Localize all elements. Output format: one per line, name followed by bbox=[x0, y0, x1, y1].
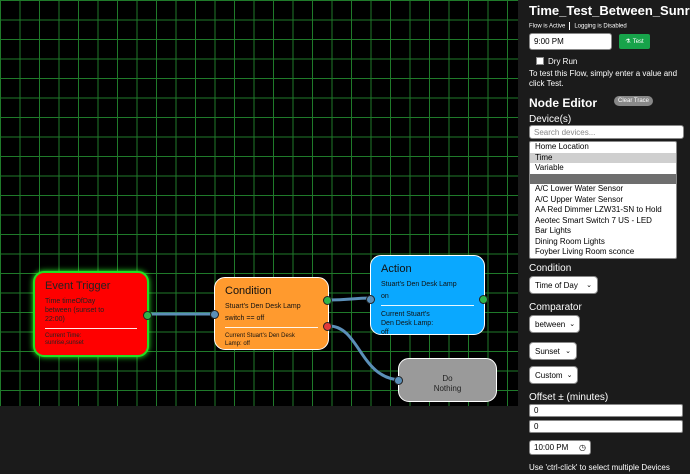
canvas-bottom-strip bbox=[0, 406, 518, 474]
action-divider bbox=[381, 305, 474, 306]
offset-end-input[interactable]: 0 bbox=[529, 420, 683, 433]
condition-label: Condition bbox=[529, 263, 572, 274]
multi-select-hint: Use 'ctrl-click' to select multiple Devi… bbox=[529, 463, 670, 472]
action-current3: off bbox=[381, 329, 389, 336]
time-input[interactable]: 10:00 PM ◷ bbox=[529, 440, 591, 455]
test-button[interactable]: ⚗ Test bbox=[619, 34, 650, 49]
condition-line1: Stuart's Den Desk Lamp bbox=[225, 303, 301, 310]
condition-select[interactable]: Time of Day ⌄ bbox=[529, 276, 598, 294]
device-option[interactable]: AA Red Dimmer LZW31-SN to Hold bbox=[530, 205, 676, 216]
offset-label: Offset ± (minutes) bbox=[529, 392, 609, 403]
clock-icon: ◷ bbox=[579, 443, 586, 452]
action-output-port[interactable] bbox=[479, 295, 488, 304]
clear-trace-button[interactable]: Clear Trace bbox=[614, 96, 654, 106]
chevron-down-icon: ⌄ bbox=[565, 348, 571, 355]
trigger-title: Event Trigger bbox=[45, 280, 111, 292]
condition-false-port[interactable] bbox=[323, 322, 332, 331]
logging-status: Logging is Disabled bbox=[574, 23, 627, 30]
test-button-label: Test bbox=[632, 38, 644, 45]
trigger-divider bbox=[45, 328, 137, 329]
comparator-label: Comparator bbox=[529, 302, 582, 313]
status-separator bbox=[569, 22, 571, 30]
flow-active-status: Flow is Active bbox=[529, 23, 566, 30]
comparator-select[interactable]: between ⌄ bbox=[529, 315, 580, 333]
flask-icon: ⚗ bbox=[625, 39, 631, 45]
dry-run-label: Dry Run bbox=[548, 57, 578, 66]
chevron-down-icon: ⌄ bbox=[569, 321, 576, 328]
test-instructions-line1: To test this Flow, simply enter a value … bbox=[529, 69, 678, 78]
trigger-output-port[interactable] bbox=[143, 311, 152, 320]
offset-start-input[interactable]: 0 bbox=[529, 404, 683, 417]
action-title: Action bbox=[381, 263, 412, 275]
condition-line2: switch == off bbox=[225, 315, 265, 322]
device-option-separator bbox=[530, 173, 676, 184]
comparator-select-value: between bbox=[535, 319, 566, 329]
trigger-current2: sunrise,sunset bbox=[45, 340, 84, 346]
start-time-select-value: Sunset bbox=[535, 346, 560, 356]
action-node[interactable]: Action Stuart's Den Desk Lamp on Current… bbox=[366, 255, 488, 336]
condition-node[interactable]: Condition Stuart's Den Desk Lamp switch … bbox=[210, 277, 332, 350]
event-trigger-node[interactable]: Event Trigger Time timeOfDay between (su… bbox=[33, 271, 152, 357]
device-option[interactable]: Variable bbox=[530, 163, 676, 174]
end-time-select[interactable]: Custom ⌄ bbox=[529, 366, 578, 384]
test-instructions-line2: click Test. bbox=[529, 79, 564, 88]
device-option[interactable]: A/C Upper Water Sensor bbox=[530, 195, 676, 206]
condition-current1: Current Stuart's Den Desk bbox=[225, 333, 295, 339]
condition-current2: Lamp: off bbox=[225, 341, 250, 347]
device-option[interactable]: Aeotec Smart Switch 7 US - LED bbox=[530, 216, 676, 227]
action-current1: Current Stuart's bbox=[381, 311, 430, 318]
device-option[interactable]: Home Location bbox=[530, 142, 676, 153]
dry-run-checkbox[interactable] bbox=[536, 57, 544, 65]
flow-status: Flow is Active Logging is Disabled bbox=[529, 22, 627, 30]
action-line2: on bbox=[381, 293, 389, 300]
devices-listbox[interactable]: Home Location Time Variable A/C Lower Wa… bbox=[529, 141, 677, 259]
trigger-line1: Time timeOfDay bbox=[45, 298, 96, 305]
donothing-line1: Do bbox=[442, 374, 453, 383]
action-input-port[interactable] bbox=[366, 295, 375, 304]
donothing-line2: Nothing bbox=[433, 384, 462, 393]
chevron-down-icon: ⌄ bbox=[586, 282, 592, 289]
device-option[interactable]: Foyber Living Room sconce bbox=[530, 247, 676, 258]
condition-divider bbox=[225, 327, 318, 328]
device-option-selected[interactable]: Time bbox=[530, 152, 676, 163]
device-option[interactable]: Dining Room Lights bbox=[530, 237, 676, 248]
device-option[interactable]: A/C Lower Water Sensor bbox=[530, 184, 676, 195]
do-nothing-node[interactable]: Do Nothing bbox=[394, 358, 497, 402]
time-input-value: 10:00 PM bbox=[534, 443, 569, 452]
node-editor-title: Node Editor bbox=[529, 96, 597, 110]
trigger-current1: Current Time: bbox=[45, 333, 82, 339]
trigger-line2: between (sunset to bbox=[45, 307, 105, 314]
test-value-input[interactable]: 9:00 PM bbox=[529, 33, 612, 50]
action-current2: Den Desk Lamp: bbox=[381, 320, 434, 327]
trigger-line3: 22:00) bbox=[45, 316, 65, 323]
device-option[interactable]: Bar Lights bbox=[530, 226, 676, 237]
condition-title: Condition bbox=[225, 285, 272, 297]
donothing-input-port[interactable] bbox=[394, 376, 403, 385]
flow-title: Time_Test_Between_Sunrise bbox=[529, 3, 690, 18]
flow-canvas[interactable]: Event Trigger Time timeOfDay between (su… bbox=[0, 0, 518, 406]
action-line1: Stuart's Den Desk Lamp bbox=[381, 281, 457, 288]
device-search-input[interactable]: Search devices... bbox=[529, 125, 684, 139]
condition-true-port[interactable] bbox=[323, 296, 332, 305]
condition-input-port[interactable] bbox=[210, 310, 219, 319]
end-time-select-value: Custom bbox=[535, 370, 563, 380]
chevron-down-icon: ⌄ bbox=[566, 372, 573, 379]
condition-select-value: Time of Day bbox=[535, 280, 578, 290]
start-time-select[interactable]: Sunset ⌄ bbox=[529, 342, 577, 360]
devices-label: Device(s) bbox=[529, 114, 572, 125]
